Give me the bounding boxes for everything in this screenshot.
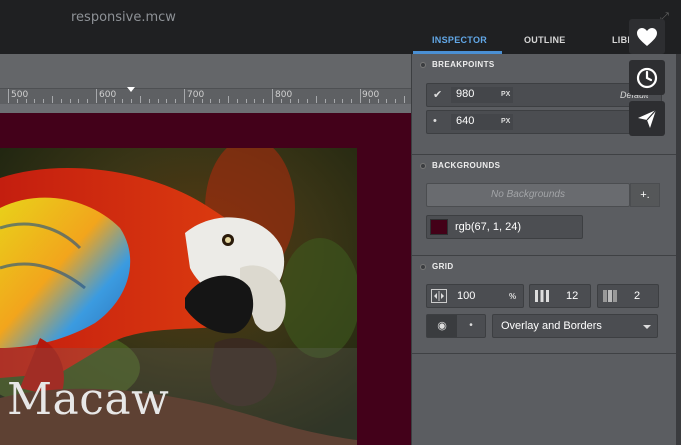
paper-plane-icon — [638, 109, 657, 128]
grid-width-unit: % — [509, 292, 517, 301]
grid-visibility-toggle[interactable]: ◉ • — [426, 314, 486, 338]
breakpoint-row[interactable]: • 640 PX — [426, 110, 662, 134]
grid-display-value: Overlay and Borders — [501, 320, 602, 332]
no-backgrounds-placeholder: No Backgrounds — [426, 183, 630, 207]
ruler-tick — [113, 99, 115, 103]
ruler-tick — [157, 99, 159, 103]
ruler-tick — [368, 99, 370, 103]
grid-gutter-value: 2 — [634, 290, 641, 302]
ruler-tick — [377, 99, 379, 103]
ruler-tick — [43, 99, 45, 103]
page-stage[interactable]: Macaw — [0, 113, 411, 445]
backgrounds-header[interactable]: BACKGROUNDS — [420, 161, 500, 170]
ruler-tick — [254, 99, 256, 103]
ruler-tick — [131, 99, 133, 103]
horizontal-ruler[interactable]: 500 600 700 800 900 — [0, 54, 411, 104]
ruler-tick — [395, 99, 397, 103]
ruler-tick — [324, 99, 326, 103]
macaw-photo[interactable]: Macaw — [0, 148, 357, 445]
grid-gutter-field[interactable]: 2 — [597, 284, 659, 308]
grid-section: GRID 100 % 12 2 ◉ • Overlay and Borders — [412, 256, 677, 354]
color-swatch[interactable] — [430, 219, 448, 235]
ruler-tick — [351, 99, 353, 103]
grid-columns-value: 12 — [566, 290, 579, 302]
breakpoint-row[interactable]: ✔ 980 PX Default — [426, 83, 662, 107]
favorite-button[interactable] — [629, 19, 665, 54]
ruler-tick — [78, 99, 80, 103]
ruler-tick — [34, 99, 36, 103]
photo-caption[interactable]: Macaw — [7, 374, 169, 425]
width-arrows-icon — [431, 289, 447, 303]
clock-icon — [636, 67, 658, 88]
heart-icon — [637, 27, 657, 46]
ruler-tick — [16, 99, 18, 103]
ruler-tick — [25, 99, 27, 103]
ruler-tick — [104, 99, 106, 103]
ruler-tick — [166, 99, 168, 103]
collapse-dot-icon — [420, 163, 426, 169]
ruler-tick — [289, 99, 291, 103]
breakpoint-unit: PX — [501, 118, 511, 125]
ruler-tick — [122, 99, 124, 103]
grid-header[interactable]: GRID — [420, 262, 454, 271]
tab-outline[interactable]: OUTLINE — [524, 35, 566, 45]
ruler-tick — [201, 99, 203, 103]
document-title: responsive.mcw — [71, 10, 176, 25]
ruler-tick — [87, 99, 89, 103]
background-item[interactable]: rgb(67, 1, 24) — [426, 215, 583, 239]
ruler-tick — [140, 96, 141, 103]
breakpoint-unit: PX — [501, 91, 511, 98]
add-background-button[interactable]: +. — [630, 183, 660, 207]
ruler-tick — [96, 89, 97, 103]
ruler-tick — [342, 99, 344, 103]
grid-width-value: 100 — [457, 290, 476, 302]
ruler-tick — [60, 99, 62, 103]
ruler-tick — [404, 96, 405, 103]
ruler-tick — [210, 99, 212, 103]
ruler-tick — [298, 99, 300, 103]
history-button[interactable] — [629, 60, 665, 95]
ruler-tick — [333, 99, 335, 103]
grid-columns-field[interactable]: 12 — [529, 284, 591, 308]
ruler-tick — [52, 96, 53, 103]
bullet-icon[interactable]: • — [457, 315, 485, 337]
ruler-marker[interactable] — [127, 87, 135, 92]
breakpoints-header[interactable]: BREAKPOINTS — [420, 60, 495, 69]
bullet-icon: • — [433, 115, 437, 127]
ruler-tick — [219, 99, 221, 103]
chevron-down-icon — [643, 325, 651, 329]
ruler-tick — [316, 96, 317, 103]
ruler-tick — [360, 89, 361, 103]
ruler-tick — [272, 89, 273, 103]
checkmark-icon: ✔ — [433, 89, 443, 101]
ruler-tick — [69, 99, 71, 103]
grid-width-field[interactable]: 100 % — [426, 284, 524, 308]
ruler-tick — [280, 99, 282, 103]
columns-icon — [535, 290, 549, 302]
share-button[interactable] — [629, 101, 665, 136]
ruler-tick — [148, 99, 150, 103]
ruler-tick — [307, 99, 309, 103]
grid-display-select[interactable]: Overlay and Borders — [492, 314, 658, 338]
eye-icon[interactable]: ◉ — [427, 315, 457, 337]
ruler-tick — [245, 99, 247, 103]
design-canvas[interactable]: 500 600 700 800 900 Macaw — [0, 54, 411, 445]
collapse-dot-icon — [420, 62, 426, 68]
background-color-label: rgb(67, 1, 24) — [455, 221, 522, 233]
title-bar: responsive.mcw ⤢ INSPECTOR OUTLINE LIBRA… — [0, 0, 681, 54]
gutter-icon — [603, 290, 617, 302]
collapse-dot-icon — [420, 264, 426, 270]
ruler-tick — [192, 99, 194, 103]
ruler-tick — [175, 99, 177, 103]
ruler-tick — [8, 89, 9, 103]
ruler-tick — [228, 96, 229, 103]
ruler-tick — [184, 89, 185, 103]
tab-inspector[interactable]: INSPECTOR — [432, 35, 487, 45]
ruler-tick — [386, 99, 388, 103]
panel-scroll-edge — [676, 54, 681, 445]
backgrounds-section: BACKGROUNDS No Backgrounds +. rgb(67, 1,… — [412, 155, 677, 256]
ruler-tick — [236, 99, 238, 103]
ruler-tick — [263, 99, 265, 103]
